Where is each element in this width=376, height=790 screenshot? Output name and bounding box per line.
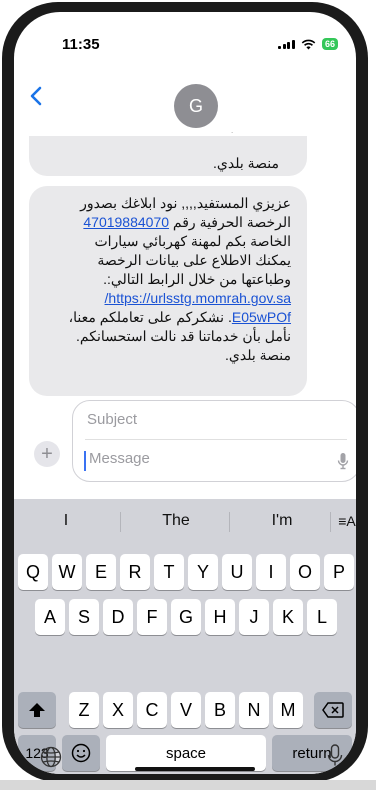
compose-divider [85, 439, 347, 440]
home-indicator [135, 767, 255, 771]
letter-key[interactable]: L [307, 599, 337, 635]
emoji-key[interactable] [62, 735, 100, 771]
signal-icon [278, 39, 295, 49]
letter-key[interactable]: A [35, 599, 65, 635]
letter-key[interactable]: O [290, 554, 320, 590]
microphone-icon[interactable] [337, 452, 349, 470]
letter-key[interactable]: P [324, 554, 354, 590]
letter-key[interactable]: G [171, 599, 201, 635]
letter-key[interactable]: E [86, 554, 116, 590]
suggestion-item[interactable]: The [122, 499, 230, 543]
subject-field[interactable]: Subject [87, 411, 137, 428]
letter-key[interactable]: T [154, 554, 184, 590]
text-cursor [84, 451, 86, 471]
message-line: وطباعتها من خلال الرابط التالي:. [103, 271, 291, 287]
message-line: الخاصة بكم لمهنة كهربائي سيارات [94, 233, 291, 249]
message-text-fragment: . نشكركم على تعاملكم معنا، [68, 309, 232, 325]
header-mark: . [231, 126, 234, 135]
message-bubble-previous[interactable]: منصة بلدي. [29, 136, 307, 176]
suggestion-divider [330, 512, 331, 532]
letter-key[interactable]: X [103, 692, 133, 728]
compose-box[interactable]: Subject Message [72, 400, 356, 482]
battery-icon: 66 [321, 38, 338, 50]
letter-key[interactable]: F [137, 599, 167, 635]
letter-key[interactable]: H [205, 599, 235, 635]
letter-key[interactable]: B [205, 692, 235, 728]
letter-key[interactable]: Z [69, 692, 99, 728]
message-line: عزيزي المستفيد,,,, نود ابلاغك بصدور [80, 195, 291, 211]
suggestion-divider [120, 512, 121, 532]
delete-icon [322, 702, 344, 718]
status-icons: 66 [278, 38, 338, 50]
dictation-microphone-icon[interactable] [327, 744, 343, 768]
suggestion-item[interactable]: I [14, 499, 118, 543]
url-link-end[interactable]: E05wPOf [232, 309, 291, 325]
letter-key[interactable]: K [273, 599, 303, 635]
letter-key[interactable]: D [103, 599, 133, 635]
letter-key[interactable]: U [222, 554, 252, 590]
phone-frame: 11:35 66 G . منصة بلدي. عزيزي المستفيد,,… [0, 0, 376, 790]
globe-icon[interactable] [40, 746, 62, 768]
phone-screen: 11:35 66 G . منصة بلدي. عزيزي المستفيد,,… [14, 12, 356, 774]
letter-key[interactable]: M [273, 692, 303, 728]
message-line: منصة بلدي. [225, 347, 291, 363]
letter-key[interactable]: C [137, 692, 167, 728]
keyboard: I The I'm ≡A QWERTYUIOPASDFGHJKLZXCVBNM … [14, 499, 356, 774]
license-number-link[interactable]: 47019884070 [83, 214, 169, 230]
letter-key[interactable]: J [239, 599, 269, 635]
delete-key[interactable] [314, 692, 352, 728]
message-bubble[interactable]: عزيزي المستفيد,,,, نود ابلاغك بصدور الرخ… [29, 186, 307, 396]
chevron-left-icon [30, 86, 42, 106]
letter-key[interactable]: V [171, 692, 201, 728]
letter-key[interactable]: Q [18, 554, 48, 590]
message-text: عزيزي المستفيد,,,, نود ابلاغك بصدور الرخ… [41, 194, 291, 365]
message-line: الرخصة الحرفية رقم 47019884070 [41, 213, 291, 232]
letter-key[interactable]: R [120, 554, 150, 590]
letter-key[interactable]: W [52, 554, 82, 590]
status-time: 11:35 [62, 36, 100, 53]
message-line: https://urlsstg.momrah.gov.sa/ [41, 289, 291, 308]
letter-key[interactable]: S [69, 599, 99, 635]
letter-key[interactable]: Y [188, 554, 218, 590]
shift-key[interactable] [18, 692, 56, 728]
emoji-icon [71, 743, 91, 763]
message-line: E05wPOf. نشكركم على تعاملكم معنا، [41, 308, 291, 327]
message-text: منصة بلدي. [213, 155, 279, 171]
message-field[interactable]: Message [89, 450, 150, 467]
space-key[interactable]: space [106, 735, 266, 771]
url-link[interactable]: https://urlsstg.momrah.gov.sa/ [105, 290, 291, 306]
add-attachment-button[interactable]: + [34, 441, 60, 467]
letter-key[interactable]: I [256, 554, 286, 590]
contact-avatar[interactable]: G [174, 84, 218, 128]
format-text-button[interactable]: ≡A [332, 499, 356, 543]
message-line: نأمل بأن خدماتنا قد نالت استحسانكم. [76, 328, 291, 344]
bottom-strip [0, 780, 376, 790]
message-text-fragment: الرخصة الحرفية رقم [169, 214, 291, 230]
letter-key[interactable]: N [239, 692, 269, 728]
back-button[interactable] [30, 86, 42, 111]
suggestion-item[interactable]: I'm [230, 499, 334, 543]
wifi-icon [301, 39, 316, 49]
message-line: يمكنك الاطلاع على بيانات الرخصة [97, 252, 291, 268]
shift-icon [29, 703, 45, 717]
